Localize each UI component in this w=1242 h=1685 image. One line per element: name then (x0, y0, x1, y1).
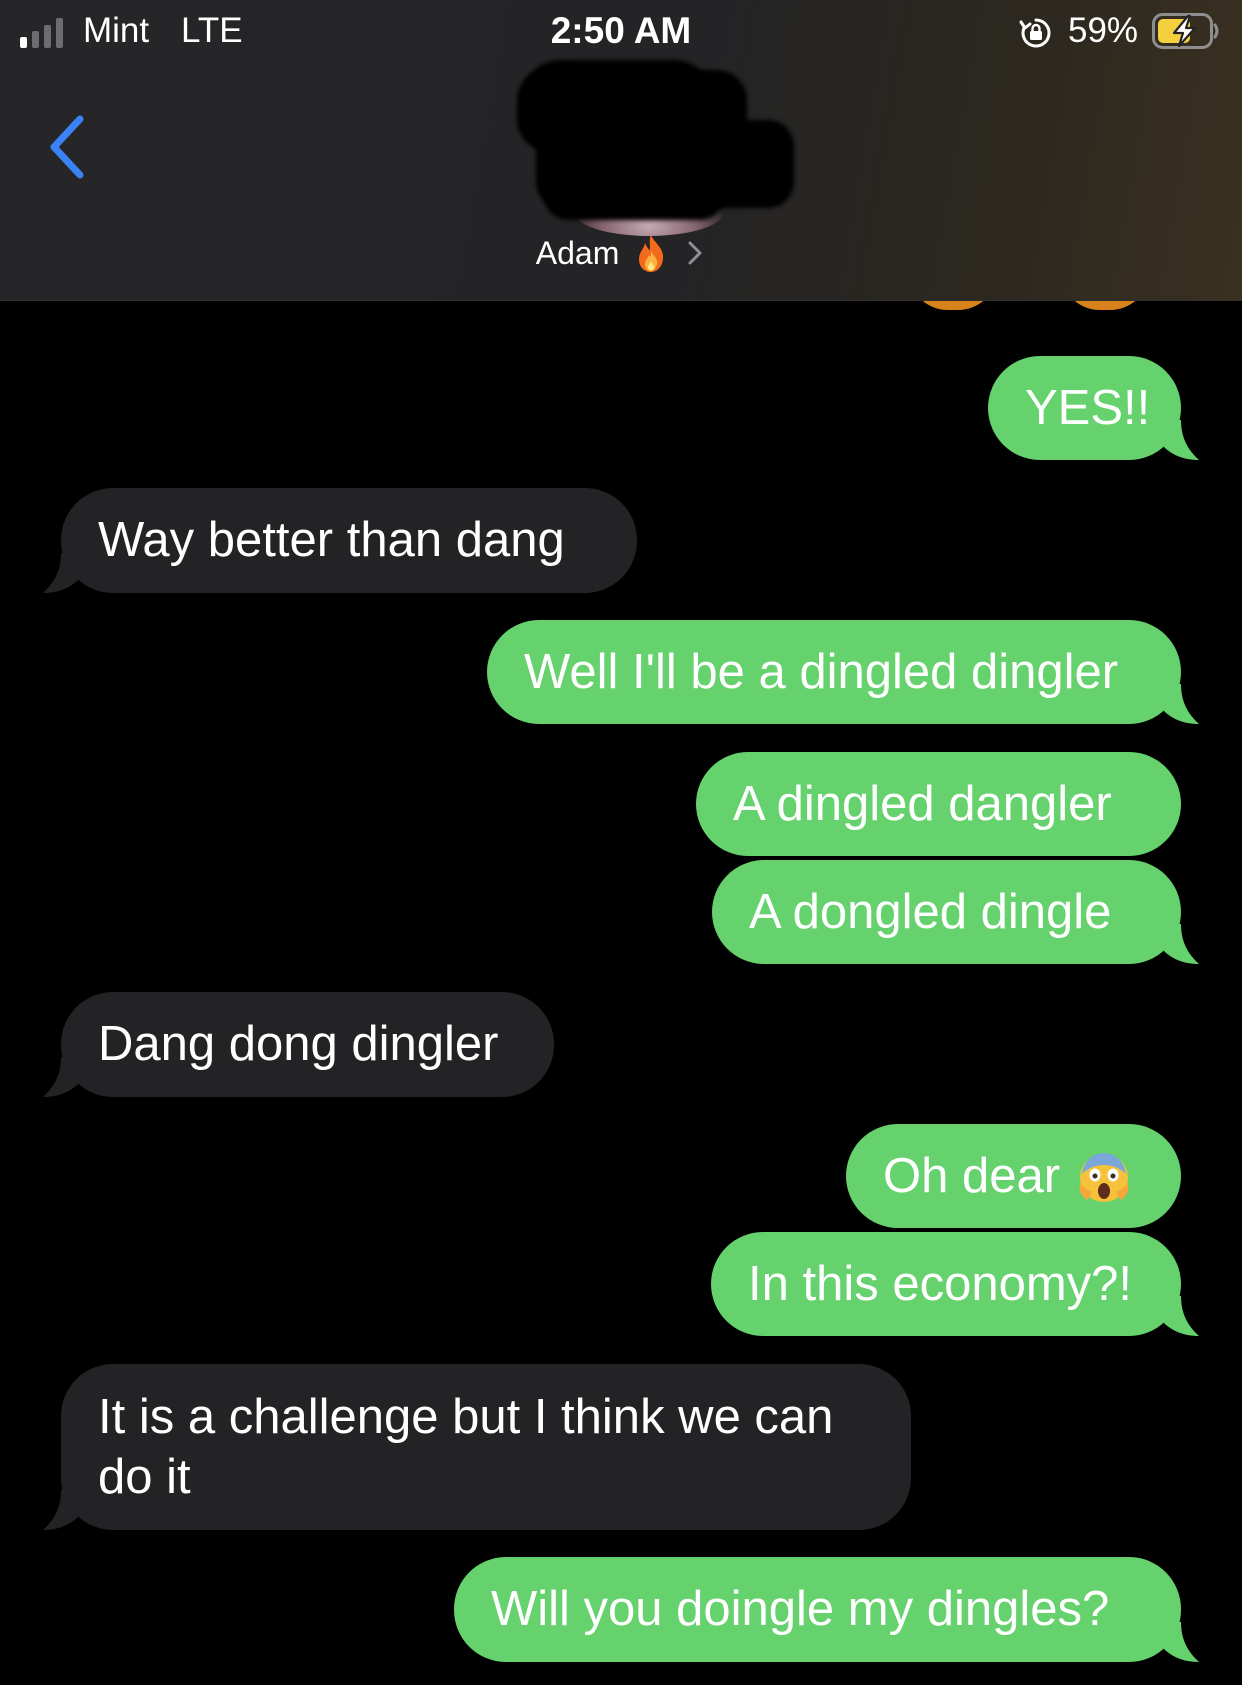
bubble-tail (1160, 684, 1199, 724)
fire-icon (638, 235, 663, 272)
bubble-tail (43, 553, 82, 593)
sent-message-bubble[interactable]: Will you doingle my dingles? (454, 1557, 1181, 1662)
received-message-bubble[interactable]: Dang dong dingler (61, 992, 554, 1097)
back-button[interactable] (42, 105, 102, 185)
contact-name: Adam (535, 235, 620, 271)
sent-message-bubble[interactable]: Oh dear (846, 1124, 1181, 1228)
sent-message-bubble[interactable]: A dingled dangler (696, 752, 1181, 856)
bubble-tail (1160, 1296, 1199, 1336)
message-text: Dang dong dingler (98, 1017, 499, 1071)
status-bar: Mint LTE 2:50 AM 59% (0, 0, 1242, 62)
face-screaming-in-fear-icon (1079, 1153, 1129, 1202)
message-text: Well I'll be a dingled dingler (524, 644, 1119, 699)
avatar-redaction (544, 170, 724, 220)
conversation-header: Mint LTE 2:50 AM 59% Adam (0, 0, 1242, 301)
message-text: In this economy?! (748, 1256, 1133, 1311)
message-thread[interactable]: YES!! Way better than dang Well I'll be … (0, 300, 1242, 1685)
message-text: It is a challenge but I think we can do … (98, 1390, 834, 1504)
message-text: YES!! (1025, 380, 1151, 435)
sent-message-bubble[interactable]: In this economy?! (711, 1232, 1181, 1336)
bubble-tail (43, 1490, 82, 1530)
sent-message-bubble[interactable]: Well I'll be a dingled dingler (487, 620, 1181, 724)
chevron-right-icon (688, 241, 702, 265)
sent-message-bubble[interactable]: A dongled dingle (712, 860, 1181, 964)
message-text: Way better than dang (98, 513, 565, 567)
contact-info-button[interactable]: Adam (0, 229, 1242, 277)
battery-percentage: 59% (1068, 11, 1139, 50)
bubble-tail (1160, 924, 1199, 964)
bubble-tail (1160, 420, 1199, 460)
battery-charging-icon (1152, 13, 1219, 49)
message-text: A dingled dangler (733, 776, 1112, 831)
received-message-bubble[interactable]: It is a challenge but I think we can do … (61, 1364, 911, 1530)
bubble-tail (1160, 1622, 1199, 1662)
bubble-tail (43, 1057, 82, 1097)
orientation-lock-icon (1019, 18, 1051, 48)
received-message-bubble[interactable]: Way better than dang (61, 488, 637, 593)
chevron-left-icon (50, 115, 84, 179)
status-time: 2:50 AM (550, 10, 692, 51)
contact-avatar[interactable] (517, 60, 802, 236)
sent-message-bubble[interactable]: YES!! (988, 356, 1181, 460)
message-text: Will you doingle my dingles? (491, 1582, 1110, 1636)
message-text: Oh dear (883, 1148, 1061, 1203)
message-text: A dongled dingle (749, 884, 1112, 939)
